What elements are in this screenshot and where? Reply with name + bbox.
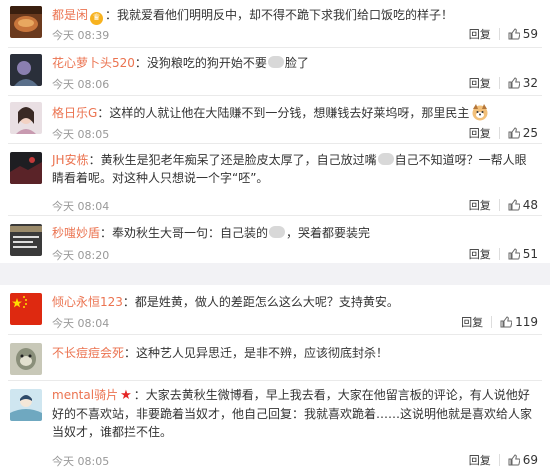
- username-link[interactable]: JH安栋: [52, 153, 89, 167]
- comment-text: 都是闲 ♛ ：我就爱看他们明明反中，却不得不跪下求我们给口饭吃的样子！: [52, 6, 534, 25]
- comment-body: ：奉劝秋生大哥一句：自己装的: [100, 226, 269, 240]
- like-button[interactable]: 119: [500, 315, 538, 329]
- username-link[interactable]: 格日乐G: [52, 106, 97, 120]
- comment-actions: 回复 25: [469, 125, 538, 141]
- comment-body: ：黄秋生是犯老年痴呆了还是脸皮太厚了，自己放过嘴: [88, 153, 377, 167]
- thumbs-up-icon: [508, 28, 520, 40]
- comment-item: JH安栋：黄秋生是犯老年痴呆了还是脸皮太厚了，自己放过嘴 自己不知道呀？一帮人眼睛…: [0, 144, 550, 216]
- like-button[interactable]: 32: [508, 76, 538, 90]
- comment-item: 格日乐G：这样的人就让他在大陆赚不到一分钱，想赚钱去好莱坞呀，那里民主 今天 0…: [0, 96, 550, 144]
- comment-text: 倾心永恒123：都是姓黄，做人的差距怎么这么大呢？支持黄安。: [52, 293, 534, 311]
- action-divider: [498, 199, 500, 211]
- comment-text: 不长痘痘会死：这种艺人见异思迁，是非不辨，应该彻底封杀！: [52, 344, 534, 362]
- thumbs-up-icon: [508, 77, 520, 89]
- avatar[interactable]: [10, 102, 42, 134]
- like-button[interactable]: 25: [508, 126, 538, 140]
- action-divider: [498, 454, 500, 466]
- red-star-icon: ★: [120, 388, 132, 403]
- comment-item: mental骑片 ★ ：大家去黄秋生微博看，早上我去看，大家在他留言板的评论，有人说…: [0, 381, 550, 473]
- like-count: 48: [522, 198, 538, 212]
- comment-panel-top: 都是闲 ♛ ：我就爱看他们明明反中，却不得不跪下求我们给口饭吃的样子！ 今天 08:…: [0, 0, 550, 263]
- comment-actions: 回复 69: [469, 452, 538, 468]
- like-count: 32: [522, 76, 538, 90]
- reply-button[interactable]: 回复: [469, 125, 491, 141]
- censored-text: [267, 56, 284, 68]
- like-button[interactable]: 59: [508, 27, 538, 41]
- like-count: 119: [515, 315, 538, 329]
- like-button[interactable]: 69: [508, 453, 538, 467]
- comment-item: 秒嗤妙盾：奉劝秋生大哥一句：自己装的 ，哭着都要装完 今天 08:20 回复 51: [0, 216, 550, 263]
- comment-body: ：我就爱看他们明明反中，却不得不跪下求我们给口饭吃的样子！: [105, 8, 454, 22]
- comment-body: ：没狗粮吃的狗开始不要: [134, 56, 267, 70]
- action-divider: [498, 127, 500, 139]
- username-link[interactable]: 秒嗤妙盾: [52, 226, 100, 240]
- thumbs-up-icon: [500, 316, 513, 328]
- censored-text: [377, 153, 394, 165]
- like-count: 25: [522, 126, 538, 140]
- username-link[interactable]: 不长痘痘会死: [52, 346, 124, 360]
- thumbs-up-icon: [508, 248, 520, 260]
- timestamp: 今天 08:06: [52, 78, 110, 91]
- reply-button[interactable]: 回复: [469, 197, 491, 213]
- comment-item: 花心萝卜头520：没狗粮吃的狗开始不要 脸了 今天 08:06 回复 32: [0, 48, 550, 96]
- thumbs-up-icon: [508, 454, 520, 466]
- comment-body: ：都是姓黄，做人的差距怎么这么大呢？支持黄安。: [122, 295, 399, 309]
- comment-item: 都是闲 ♛ ：我就爱看他们明明反中，却不得不跪下求我们给口饭吃的样子！ 今天 08:…: [0, 0, 550, 48]
- comment-item: 不长痘痘会死：这种艺人见异思迁，是非不辨，应该彻底封杀！: [0, 335, 550, 381]
- comment-actions: 回复 119: [461, 314, 538, 330]
- comment-actions: 回复 48: [469, 197, 538, 213]
- comment-actions: 回复 51: [469, 246, 538, 262]
- username-link[interactable]: mental骑片: [52, 388, 118, 402]
- avatar[interactable]: [10, 389, 42, 421]
- reply-button[interactable]: 回复: [469, 26, 491, 42]
- username-link[interactable]: 花心萝卜头520: [52, 56, 135, 70]
- like-count: 69: [522, 453, 538, 467]
- comment-body: ：这样的人就让他在大陆赚不到一分钱，想赚钱去好莱坞呀，那里民主: [97, 106, 470, 120]
- comment-panel-bottom: 倾心永恒123：都是姓黄，做人的差距怎么这么大呢？支持黄安。 今天 08:04 …: [0, 285, 550, 473]
- timestamp: 今天 08:20: [52, 249, 110, 262]
- timestamp: 今天 08:39: [52, 29, 110, 42]
- comment-text: mental骑片 ★ ：大家去黄秋生微博看，早上我去看，大家在他留言板的评论，有人说…: [52, 386, 534, 441]
- comment-actions: 回复 59: [469, 26, 538, 42]
- avatar[interactable]: [10, 224, 42, 256]
- like-button[interactable]: 48: [508, 198, 538, 212]
- comment-text: JH安栋：黄秋生是犯老年痴呆了还是脸皮太厚了，自己放过嘴 自己不知道呀？一帮人眼睛…: [52, 151, 534, 187]
- action-divider: [498, 28, 500, 40]
- avatar[interactable]: [10, 54, 42, 86]
- reply-button[interactable]: 回复: [469, 75, 491, 91]
- timestamp: 今天 08:05: [52, 455, 110, 468]
- comment-actions: 回复 32: [469, 75, 538, 91]
- timestamp: 今天 08:04: [52, 317, 110, 330]
- timestamp: 今天 08:04: [52, 200, 110, 213]
- timestamp: 今天 08:05: [52, 128, 110, 141]
- reply-button[interactable]: 回复: [461, 314, 483, 330]
- reply-button[interactable]: 回复: [469, 452, 491, 468]
- dog-emoji-icon: [472, 104, 488, 121]
- section-gap: [0, 263, 550, 285]
- comment-text: 格日乐G：这样的人就让他在大陆赚不到一分钱，想赚钱去好莱坞呀，那里民主: [52, 103, 534, 122]
- username-link[interactable]: 倾心永恒123: [52, 295, 123, 309]
- censored-text: [269, 226, 286, 238]
- avatar[interactable]: [10, 6, 42, 38]
- username-link[interactable]: 都是闲: [52, 8, 88, 22]
- vip-crown-icon: ♛: [90, 12, 104, 25]
- comment-text: 花心萝卜头520：没狗粮吃的狗开始不要 脸了: [52, 54, 534, 72]
- avatar[interactable]: [10, 152, 42, 184]
- reply-button[interactable]: 回复: [469, 246, 491, 262]
- avatar[interactable]: [10, 343, 42, 375]
- action-divider: [498, 248, 500, 260]
- like-count: 59: [522, 27, 538, 41]
- comment-body: 脸了: [284, 56, 309, 70]
- like-count: 51: [522, 247, 538, 261]
- action-divider: [498, 77, 500, 89]
- comment-body: ：这种艺人见异思迁，是非不辨，应该彻底封杀！: [124, 346, 389, 360]
- comment-body: ，哭着都要装完: [286, 226, 371, 240]
- comment-item: 倾心永恒123：都是姓黄，做人的差距怎么这么大呢？支持黄安。 今天 08:04 …: [0, 285, 550, 335]
- like-button[interactable]: 51: [508, 247, 538, 261]
- thumbs-up-icon: [508, 199, 520, 211]
- action-divider: [491, 316, 493, 328]
- avatar[interactable]: [10, 293, 42, 325]
- comment-text: 秒嗤妙盾：奉劝秋生大哥一句：自己装的 ，哭着都要装完: [52, 224, 534, 242]
- thumbs-up-icon: [508, 127, 520, 139]
